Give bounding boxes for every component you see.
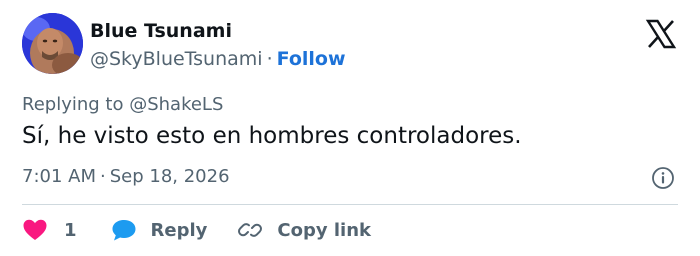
x-logo-icon[interactable] — [645, 18, 677, 50]
reply-button[interactable]: Reply — [111, 218, 238, 242]
divider — [22, 204, 678, 205]
author-handle[interactable]: @SkyBlueTsunami — [90, 48, 263, 70]
follow-button[interactable]: Follow — [277, 48, 346, 70]
tweet-timestamp[interactable]: 7:01 AM · Sep 18, 2026 — [22, 166, 230, 187]
speech-bubble-icon — [111, 218, 137, 242]
link-icon — [237, 218, 263, 242]
like-count: 1 — [64, 219, 77, 241]
tweet-date: Sep 18, 2026 — [109, 166, 230, 187]
heart-icon — [22, 218, 48, 242]
timestamp-separator: · — [100, 166, 106, 187]
like-button[interactable]: 1 — [22, 218, 111, 242]
avatar-photo — [22, 13, 83, 74]
action-bar: 1 Reply Copy link — [22, 214, 371, 246]
replying-to-label[interactable]: Replying to @ShakeLS — [22, 94, 223, 115]
copy-link-button[interactable]: Copy link — [237, 218, 371, 242]
info-icon[interactable] — [651, 166, 675, 190]
tweet-text: Sí, he visto esto en hombres controlador… — [22, 123, 522, 149]
copy-link-label: Copy link — [277, 219, 371, 241]
tweet-embed-card: Blue Tsunami @SkyBlueTsunami · Follow Repl… — [0, 0, 700, 256]
tweet-time: 7:01 AM — [22, 166, 96, 187]
avatar[interactable] — [22, 13, 83, 74]
author-name[interactable]: Blue Tsunami — [90, 20, 232, 42]
handle-separator: · — [266, 48, 273, 70]
reply-label: Reply — [150, 219, 208, 241]
author-handle-row: @SkyBlueTsunami · Follow — [90, 48, 346, 70]
